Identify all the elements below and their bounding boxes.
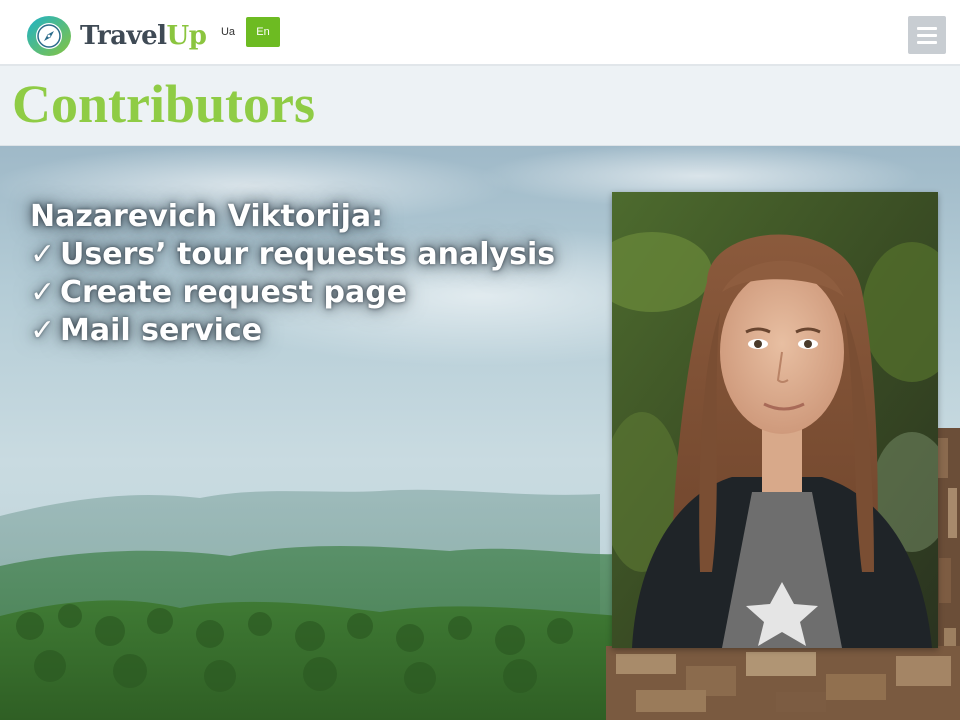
- rock-texture-image: [606, 646, 960, 720]
- task-item-label: Mail service: [60, 313, 263, 348]
- contributor-info: Nazarevich Viktorija: ✓ Users’ tour reque…: [30, 198, 555, 350]
- task-item-label: Users’ tour requests analysis: [60, 237, 556, 272]
- page: TravelUp Ua En Contributors Nazarevich V…: [0, 0, 960, 720]
- hamburger-menu-icon: [917, 26, 937, 30]
- title-band: Contributors: [0, 66, 960, 146]
- contributor-portrait-image: [612, 192, 938, 648]
- logo-text-up: Up: [166, 21, 207, 51]
- compass-icon: [27, 16, 71, 56]
- hamburger-menu-icon-bar: [917, 33, 937, 37]
- contributor-photo: [612, 192, 938, 648]
- page-title: Contributors: [12, 74, 316, 134]
- hamburger-menu-icon-bar: [917, 40, 937, 44]
- language-ua-button[interactable]: Ua: [211, 17, 245, 47]
- contributor-name: Nazarevich Viktorija:: [30, 199, 384, 234]
- task-item: ✓ Mail service: [30, 312, 555, 350]
- logo-text: TravelUp: [80, 21, 207, 51]
- site-logo[interactable]: TravelUp: [26, 15, 207, 57]
- logo-text-travel: Travel: [80, 21, 167, 51]
- checkmark-icon: ✓: [30, 275, 56, 310]
- task-item: ✓ Create request page: [30, 274, 555, 312]
- hamburger-menu-button[interactable]: [908, 16, 946, 54]
- hero-section: Nazarevich Viktorija: ✓ Users’ tour reque…: [0, 146, 960, 720]
- language-en-button[interactable]: En: [246, 17, 280, 47]
- checkmark-icon: ✓: [30, 313, 56, 348]
- checkmark-icon: ✓: [30, 237, 56, 272]
- task-item: ✓ Users’ tour requests analysis: [30, 236, 555, 274]
- task-item-label: Create request page: [60, 275, 408, 310]
- site-header: TravelUp Ua En: [0, 0, 960, 66]
